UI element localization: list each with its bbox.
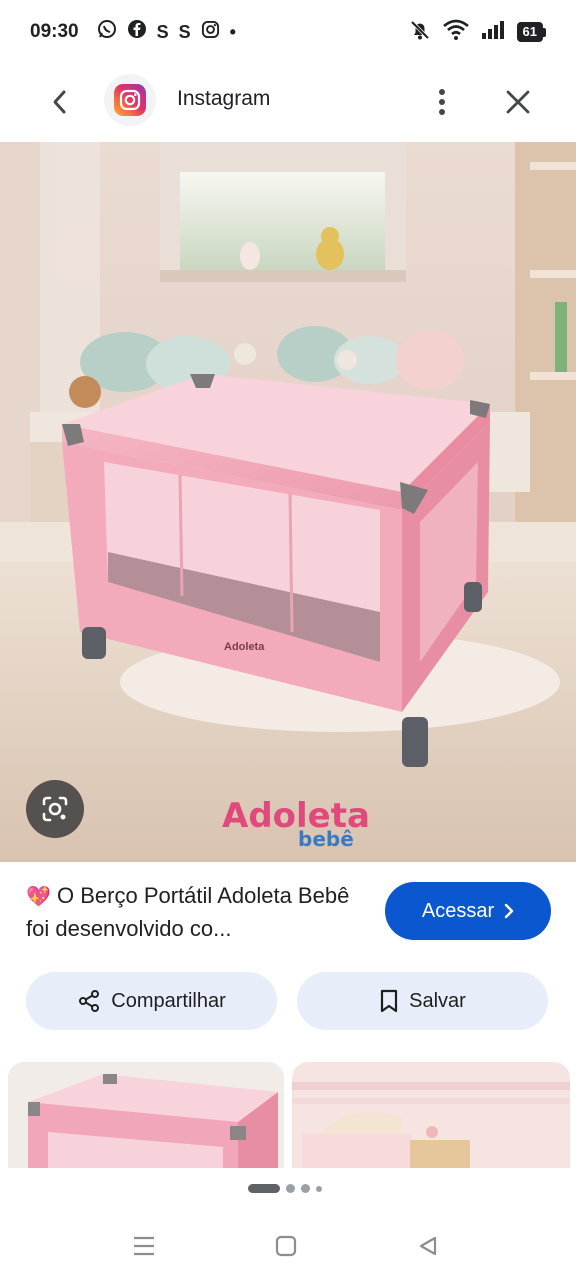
- crib-logo-text: Adoleta: [224, 641, 265, 653]
- mute-bell-icon: [409, 19, 431, 46]
- facebook-icon: [127, 19, 147, 45]
- system-back-button[interactable]: [408, 1230, 448, 1262]
- pager-dot: [301, 1184, 310, 1193]
- signal-icon: [481, 20, 505, 45]
- s-app-icon-2: S: [178, 21, 191, 42]
- share-button-label: Compartilhar: [111, 989, 226, 1012]
- related-crib-thumbnail: [8, 1062, 284, 1168]
- close-button[interactable]: [496, 80, 540, 124]
- status-time: 09:30: [30, 21, 79, 42]
- back-triangle-icon: [419, 1236, 437, 1256]
- share-button[interactable]: Compartilhar: [26, 972, 277, 1030]
- carousel-pager[interactable]: [248, 1184, 322, 1193]
- wifi-icon: [442, 19, 469, 46]
- caption-text: O Berço Portátil Adoleta Bebê foi desenv…: [26, 883, 350, 941]
- chevron-right-icon: [504, 903, 514, 919]
- save-button-label: Salvar: [409, 989, 466, 1012]
- status-right: 61: [409, 19, 546, 46]
- visit-button[interactable]: Acessar: [385, 882, 551, 940]
- more-vertical-icon: [439, 89, 445, 115]
- pager-dot-active: [248, 1184, 280, 1193]
- app-avatar[interactable]: [104, 74, 156, 126]
- s-app-icon: S: [156, 21, 169, 42]
- back-button[interactable]: [38, 80, 82, 124]
- related-room-thumbnail: [292, 1062, 570, 1168]
- home-square-icon: [275, 1235, 297, 1257]
- top-app-bar: Instagram: [0, 66, 576, 142]
- lens-search-icon: [42, 796, 68, 822]
- save-button[interactable]: Salvar: [297, 972, 548, 1030]
- close-icon: [506, 90, 530, 114]
- more-options-button[interactable]: [420, 80, 464, 124]
- source-title[interactable]: Instagram: [177, 87, 270, 111]
- chevron-left-icon: [53, 90, 66, 114]
- visit-button-label: Acessar: [421, 899, 495, 922]
- recents-button[interactable]: [124, 1230, 164, 1262]
- instagram-status-icon: [201, 20, 220, 45]
- home-button[interactable]: [266, 1230, 306, 1262]
- pager-dot: [286, 1184, 295, 1193]
- product-image[interactable]: Adoleta Adoleta bebê: [0, 142, 576, 862]
- lens-search-button[interactable]: [26, 780, 84, 838]
- brand-logo-line2: bebê: [298, 827, 354, 851]
- share-icon: [79, 990, 100, 1012]
- status-bar: 09:30 S S • 61: [0, 0, 576, 64]
- image-caption[interactable]: 💖 O Berço Portátil Adoleta Bebê foi dese…: [26, 880, 366, 944]
- battery-level: 61: [516, 22, 543, 42]
- status-left: 09:30 S S •: [30, 19, 236, 45]
- sparkling-heart-icon: 💖: [26, 886, 51, 908]
- whatsapp-icon: [97, 19, 117, 45]
- instagram-logo-icon: [114, 84, 146, 116]
- battery-tip: [543, 27, 546, 37]
- dot-icon: •: [229, 21, 236, 42]
- related-image-2[interactable]: [292, 1062, 570, 1168]
- battery-icon: 61: [516, 22, 546, 42]
- system-nav-bar: [0, 1212, 576, 1280]
- related-image-1[interactable]: [8, 1062, 284, 1168]
- bookmark-icon: [381, 989, 398, 1013]
- menu-icon: [134, 1236, 154, 1256]
- pager-dot: [316, 1185, 322, 1192]
- nursery-crib-illustration: Adoleta Adoleta bebê: [0, 142, 576, 862]
